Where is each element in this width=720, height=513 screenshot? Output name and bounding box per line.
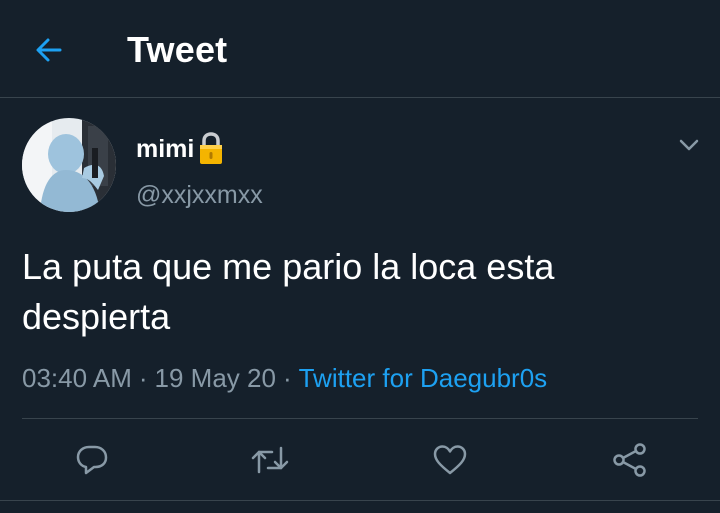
top-app-bar: Tweet <box>0 0 720 98</box>
chevron-down-icon <box>679 139 699 151</box>
retweet-button[interactable] <box>250 440 290 480</box>
avatar-image <box>22 118 116 212</box>
tweet-actions-bar <box>0 420 720 500</box>
heart-icon <box>433 445 467 475</box>
author-display-name[interactable]: mimi <box>136 134 194 164</box>
tweet-metadata: 03:40 AM · 19 May 20 · Twitter for Daegubr0s <box>22 360 547 396</box>
lock-emoji-icon <box>198 132 224 166</box>
divider <box>0 500 720 501</box>
reply-icon <box>76 445 108 475</box>
author-row[interactable]: mimi <box>136 132 224 166</box>
tweet-date: 19 May 20 <box>154 363 276 393</box>
reply-button[interactable] <box>72 440 112 480</box>
share-button[interactable] <box>610 440 650 480</box>
tweet-menu-button[interactable] <box>674 132 704 158</box>
divider <box>22 418 698 419</box>
author-handle[interactable]: @xxjxxmxx <box>136 180 263 210</box>
arrow-left-icon <box>36 38 62 62</box>
like-button[interactable] <box>430 440 470 480</box>
meta-separator: · <box>282 363 292 393</box>
avatar[interactable] <box>22 118 116 212</box>
tweet-text: La puta que me pario la loca esta despie… <box>22 246 555 337</box>
back-button[interactable] <box>26 27 72 73</box>
tweet-source-link[interactable]: Twitter for Daegubr0s <box>299 363 548 393</box>
retweet-icon <box>251 446 289 474</box>
meta-separator: · <box>138 363 148 393</box>
page-title: Tweet <box>127 29 228 70</box>
share-icon <box>613 443 646 477</box>
tweet-time: 03:40 AM <box>22 363 132 393</box>
